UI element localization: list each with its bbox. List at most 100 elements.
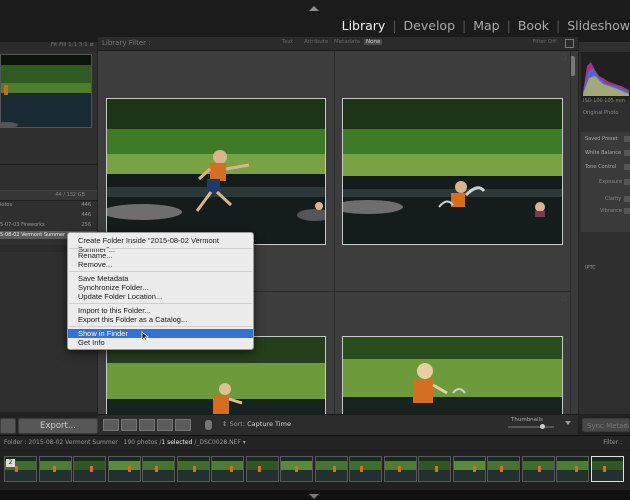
- library-filter-bar: Library Filter : Text Attribute Metadata…: [98, 37, 578, 51]
- filmstrip-thumbnail[interactable]: [418, 456, 451, 482]
- filmstrip-thumbnail[interactable]: [314, 456, 348, 482]
- flag-icon[interactable]: □: [561, 296, 566, 302]
- filmstrip-thumbnail-image: [557, 457, 588, 481]
- filmstrip-header: Folder : 2015-08-02 Vermont Summer 190 p…: [0, 435, 630, 450]
- flag-icon[interactable]: □: [561, 55, 566, 61]
- filter-presets[interactable]: Filter Off: [533, 39, 557, 45]
- folder-row[interactable]: 446: [0, 211, 97, 219]
- filmstrip-thumbnail[interactable]: [521, 456, 555, 482]
- navigator-preview[interactable]: [0, 54, 92, 128]
- filmstrip-thumbnail-image: [591, 457, 623, 481]
- menu-get-info[interactable]: Get Info: [68, 338, 253, 347]
- panel-divider: [0, 164, 97, 165]
- menu-update-folder-location[interactable]: Update Folder Location...: [68, 292, 253, 301]
- thumbnail-size-slider[interactable]: [508, 426, 554, 428]
- photo-thumbnail[interactable]: [342, 98, 563, 245]
- filmstrip-thumbnail-image: [488, 457, 519, 481]
- metadata-iptc-label[interactable]: IPTC: [585, 265, 596, 271]
- volume-header[interactable]: 44 / 132 GB: [0, 190, 97, 201]
- sort-control[interactable]: ↕ Sort: Capture Time: [222, 420, 291, 428]
- filmstrip-thumbnail[interactable]: [349, 456, 382, 482]
- menu-separator: [69, 303, 252, 304]
- painter-icon[interactable]: [205, 420, 212, 430]
- sync-metadata-button[interactable]: Sync Metadata: [582, 418, 630, 432]
- filmstrip-thumbnail[interactable]: [590, 456, 624, 482]
- saved-preset-dropdown[interactable]: [624, 136, 630, 142]
- filmstrip-thumbnail[interactable]: [211, 456, 244, 482]
- navigator-header: Fit Fill 1:1 3:1 ≡: [0, 42, 97, 52]
- loupe-view-icon[interactable]: [121, 419, 137, 431]
- filmstrip-thumbnail[interactable]: [176, 456, 210, 482]
- navigator-zoom-options[interactable]: Fit Fill 1:1 3:1 ≡: [51, 42, 94, 48]
- photo-boy-splashing: [343, 99, 562, 244]
- histogram-info: ISO 100 105 mm: [583, 98, 626, 104]
- filmstrip-thumbnail[interactable]: [107, 456, 141, 482]
- photo-thumbnail[interactable]: [106, 98, 326, 245]
- module-slideshow[interactable]: Slideshow: [567, 18, 630, 33]
- filmstrip-filter-label[interactable]: Filter :: [603, 439, 622, 446]
- grid-view-icon[interactable]: [103, 419, 119, 431]
- filter-text[interactable]: Text: [280, 39, 295, 45]
- sort-direction-icon[interactable]: ↕: [222, 420, 227, 428]
- filter-none[interactable]: None: [364, 39, 383, 45]
- collapse-filmstrip-icon[interactable]: [309, 494, 319, 499]
- menu-export-folder-as-catalog[interactable]: Export this Folder as a Catalog...: [68, 315, 253, 324]
- folder-count: 446: [81, 212, 91, 218]
- menu-remove[interactable]: Remove...: [68, 260, 253, 269]
- exposure-button[interactable]: [624, 179, 630, 185]
- clarity-button[interactable]: [624, 196, 630, 202]
- import-button[interactable]: [0, 418, 16, 434]
- filter-metadata[interactable]: Metadata: [332, 39, 362, 45]
- filmstrip-thumbnail[interactable]: [142, 456, 175, 482]
- photo-thumbnail[interactable]: [342, 336, 563, 415]
- menu-save-metadata[interactable]: Save Metadata: [68, 274, 253, 283]
- white-balance-dropdown[interactable]: [624, 150, 630, 156]
- menu-synchronize-folder[interactable]: Synchronize Folder...: [68, 283, 253, 292]
- export-button[interactable]: Export...: [18, 418, 98, 434]
- saved-preset-label: Saved Preset: [585, 136, 618, 142]
- histogram-graph: [583, 62, 629, 96]
- filmstrip-thumbnail-image: [39, 457, 71, 481]
- filmstrip-thumbnail[interactable]: [452, 456, 486, 482]
- compare-view-icon[interactable]: [139, 419, 155, 431]
- module-map[interactable]: Map: [473, 18, 499, 33]
- collapse-top-panel-icon[interactable]: [309, 6, 319, 11]
- tone-control-button[interactable]: [624, 164, 630, 170]
- filmstrip-thumbnail[interactable]: [245, 456, 279, 482]
- filmstrip-thumbnail[interactable]: [487, 456, 520, 482]
- navigator-preview-image: [1, 55, 91, 127]
- thumbnail-size-knob[interactable]: [540, 424, 545, 429]
- menu-item-label: Import to this Folder...: [78, 306, 151, 315]
- grid-cell[interactable]: □: [335, 292, 571, 415]
- filmstrip-thumbnail[interactable]: [38, 456, 72, 482]
- module-separator: |: [392, 18, 397, 33]
- lock-icon[interactable]: [565, 39, 574, 48]
- sort-value[interactable]: Capture Time: [247, 420, 291, 428]
- mouse-cursor-icon: [141, 331, 149, 342]
- filmstrip-thumbnail[interactable]: [73, 456, 106, 482]
- toolbar-menu-icon[interactable]: [565, 421, 571, 425]
- menu-rename[interactable]: Rename...: [68, 251, 253, 260]
- filmstrip-photo-count: 190 photos /: [123, 439, 162, 446]
- menu-item-label: Update Folder Location...: [78, 292, 163, 301]
- vibrance-button[interactable]: [624, 208, 630, 214]
- filmstrip-source[interactable]: Folder : 2015-08-02 Vermont Summer 190 p…: [4, 439, 246, 446]
- filmstrip-thumbnail[interactable]: [383, 456, 417, 482]
- module-book[interactable]: Book: [518, 18, 549, 33]
- filter-attribute[interactable]: Attribute: [302, 39, 330, 45]
- menu-show-in-finder[interactable]: Show in Finder: [68, 329, 253, 338]
- menu-create-folder-inside[interactable]: Create Folder Inside “2015-08-02 Vermont…: [68, 236, 253, 254]
- folder-row[interactable]: 5-07-03 Fireworks 256: [0, 221, 97, 229]
- library-filter-title: Library Filter :: [102, 39, 151, 47]
- menu-import-to-folder[interactable]: Import to this Folder...: [68, 306, 253, 315]
- people-view-icon[interactable]: [175, 419, 191, 431]
- filmstrip-thumbnail-image: [177, 457, 209, 481]
- module-library[interactable]: Library: [342, 18, 386, 33]
- module-develop[interactable]: Develop: [404, 18, 455, 33]
- folder-row[interactable]: iotos 446: [0, 201, 97, 209]
- filmstrip-folder: Folder : 2015-08-02 Vermont Summer: [4, 439, 118, 446]
- grid-cell[interactable]: □: [335, 51, 571, 292]
- filmstrip-thumbnail[interactable]: [556, 456, 589, 482]
- filmstrip-thumbnail[interactable]: [280, 456, 313, 482]
- survey-view-icon[interactable]: [157, 419, 173, 431]
